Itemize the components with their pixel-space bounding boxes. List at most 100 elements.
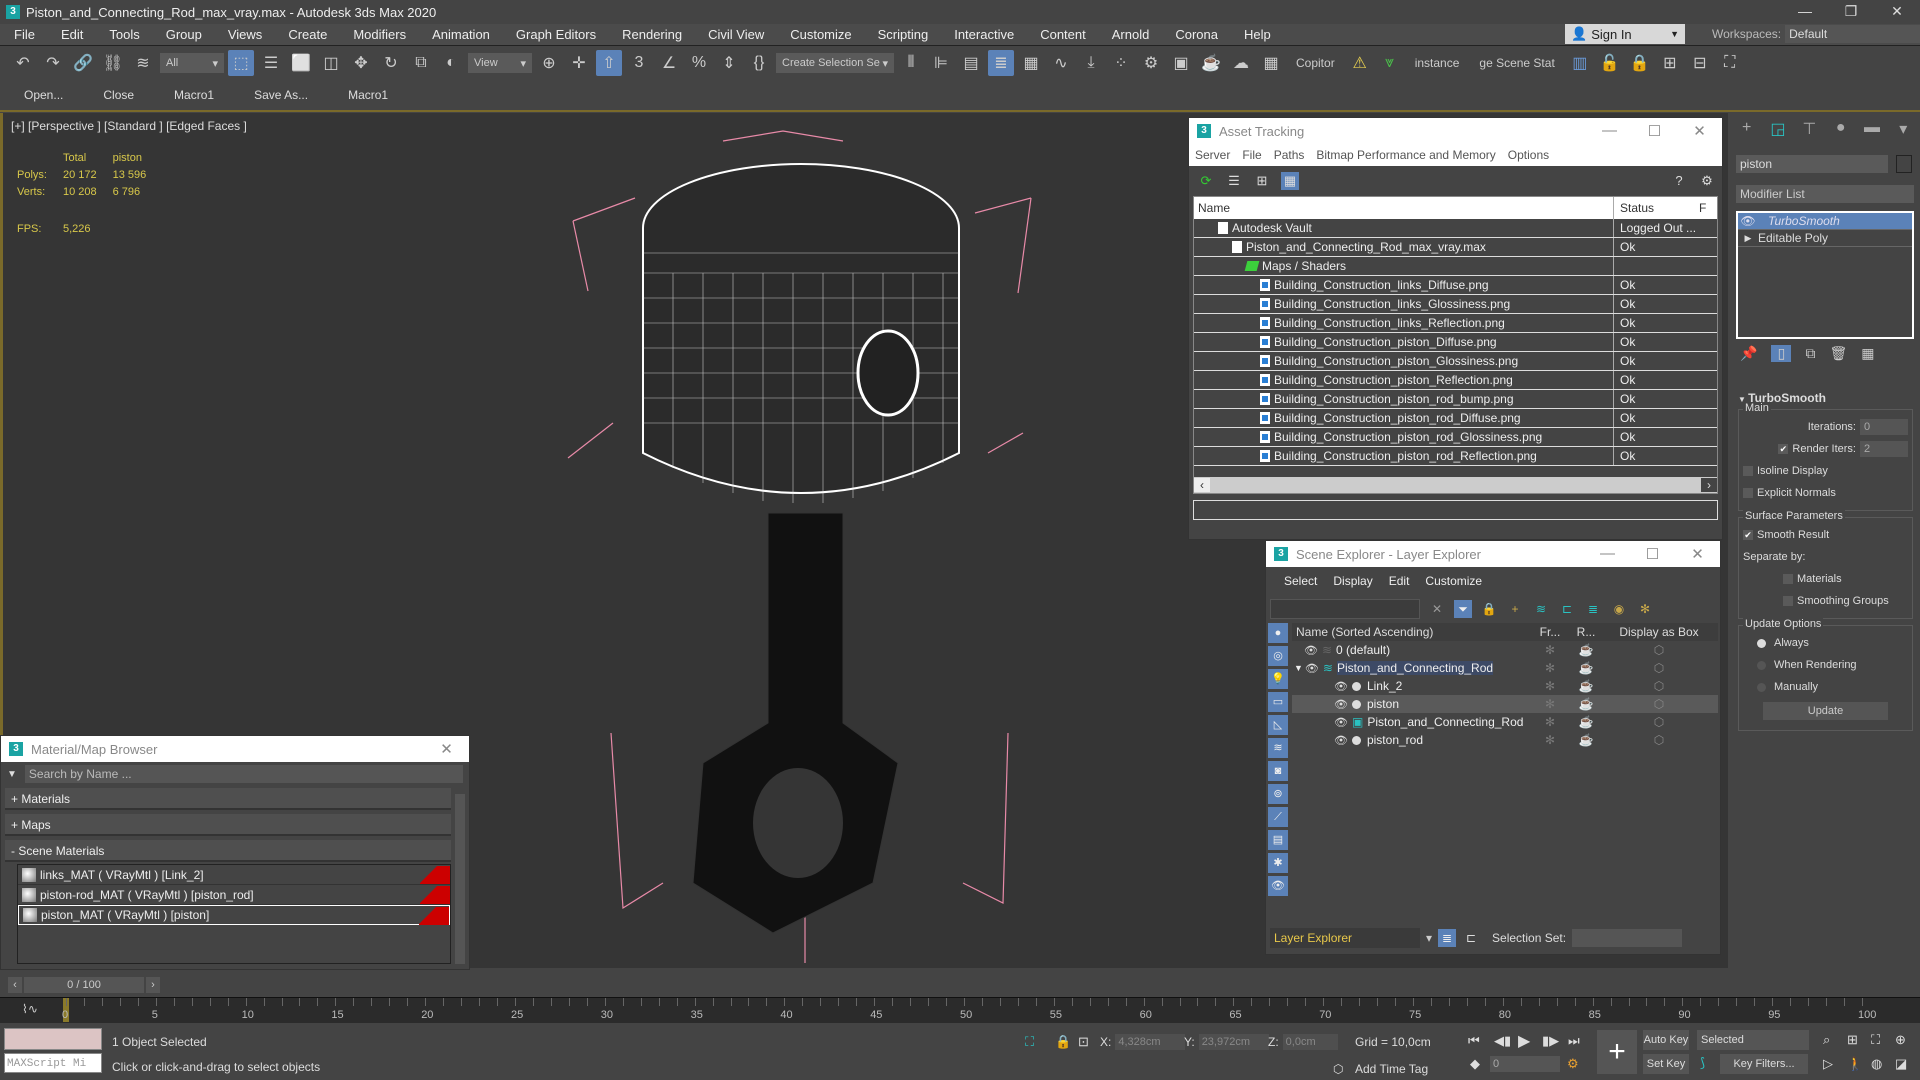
list-view-icon[interactable]: ☰ [1225, 172, 1243, 190]
set-key-button[interactable]: Set Key [1643, 1054, 1689, 1074]
maximize-viewport-icon[interactable]: ⛶ [1717, 50, 1743, 76]
close-icon[interactable]: ✕ [1677, 122, 1722, 140]
angle-snap-icon[interactable]: ∠ [656, 50, 682, 76]
scene-explorer-titlebar[interactable]: 3 Scene Explorer - Layer Explorer — ☐ ✕ [1266, 541, 1720, 567]
menu-customize[interactable]: Customize [1417, 574, 1490, 588]
scene-row[interactable]: ▼ 👁 ≋ Piston_and_Connecting_Rod ✻ ☕ ⬡ [1292, 659, 1718, 677]
material-editor-icon[interactable]: ⁘ [1108, 50, 1134, 76]
column-frozen[interactable]: Fr... [1532, 625, 1568, 639]
when-rendering-radio[interactable] [1757, 660, 1766, 670]
horizontal-scrollbar[interactable]: ‹ › [1194, 477, 1717, 493]
asset-row[interactable]: Building_Construction_piston_Diffuse.png… [1194, 333, 1717, 352]
layer-mode-icon[interactable]: ≣ [1438, 929, 1457, 947]
viewport-layout-icon[interactable]: ▥ [1567, 50, 1593, 76]
freeze-icon[interactable]: ✻ [1532, 697, 1568, 711]
scene-search-input[interactable] [1270, 599, 1420, 619]
material-item[interactable]: piston-rod_MAT ( VRayMtl ) [piston_rod] [18, 885, 450, 905]
hide-layers-icon[interactable]: ◉ [1610, 600, 1628, 618]
menu-modifiers[interactable]: Modifiers [339, 27, 418, 42]
layers-icon[interactable]: ≣ [1584, 600, 1602, 618]
zoom-icon[interactable]: ⌕ [1823, 1032, 1830, 1048]
go-to-start-icon[interactable]: ⏮ [1468, 1033, 1480, 1049]
freeze-icon[interactable]: ✻ [1532, 661, 1568, 675]
expand-triangle-icon[interactable]: ▶ [1738, 233, 1758, 244]
freeze-icon[interactable]: ✻ [1532, 715, 1568, 729]
maximize-icon[interactable]: ☐ [1632, 122, 1677, 140]
scene-row[interactable]: 👁 ≋ 0 (default) ✻ ☕ ⬡ [1292, 641, 1718, 659]
smooth-result-checkbox[interactable]: ✔ [1743, 530, 1753, 540]
scroll-left-icon[interactable]: ‹ [1194, 478, 1210, 492]
menu-edit[interactable]: Edit [47, 27, 95, 42]
display-as-box-icon[interactable]: ⬡ [1604, 643, 1714, 657]
schematic-view-icon[interactable]: ⤓ [1078, 50, 1104, 76]
asset-row[interactable]: Building_Construction_links_Diffuse.png O… [1194, 276, 1717, 295]
modifier-list-dropdown[interactable]: Modifier List [1736, 185, 1914, 203]
create-layer-icon[interactable]: + [1506, 600, 1524, 618]
options-triangle-icon[interactable]: ▼ [7, 769, 17, 780]
menu-edit[interactable]: Edit [1381, 574, 1418, 588]
menu-create[interactable]: Create [274, 27, 339, 42]
hierarchy-tab-icon[interactable]: ⊤ [1797, 119, 1822, 141]
renderable-teapot-icon[interactable]: ☕ [1568, 733, 1604, 747]
keyboard-shortcut-override-icon[interactable]: ⇧ [596, 50, 622, 76]
tree-view-icon[interactable]: ⊞ [1253, 172, 1271, 190]
display-as-box-icon[interactable]: ⬡ [1604, 697, 1714, 711]
double-chevron-icon[interactable]: ⩔ [1377, 50, 1403, 76]
object-name-field[interactable]: piston [1736, 155, 1888, 173]
save-as-button[interactable]: Save As... [254, 88, 308, 102]
minimize-icon[interactable]: — [1782, 0, 1828, 24]
settings-icon[interactable]: ⚙ [1698, 172, 1716, 190]
display-as-box-icon[interactable]: ⬡ [1604, 661, 1714, 675]
field-of-view-icon[interactable]: ▷ [1823, 1056, 1833, 1072]
scene-row[interactable]: 👁 piston_rod ✻ ☕ ⬡ [1292, 731, 1718, 749]
z-value-field[interactable]: 0,0cm [1282, 1034, 1338, 1050]
remove-modifier-icon[interactable]: 🗑 [1829, 345, 1847, 362]
workspace-select[interactable]: Default [1785, 25, 1920, 43]
close-button[interactable]: Close [103, 88, 134, 102]
zoom-all-icon[interactable]: ⊞ [1847, 1032, 1858, 1048]
menu-arnold[interactable]: Arnold [1098, 27, 1162, 42]
align-icon[interactable]: ⊫ [928, 50, 954, 76]
menu-animation[interactable]: Animation [418, 27, 502, 42]
motion-tab-icon[interactable]: ● [1828, 119, 1853, 141]
close-icon[interactable]: ✕ [424, 740, 469, 758]
rotate-icon[interactable]: ↻ [378, 50, 404, 76]
asset-row[interactable]: Maps / Shaders [1194, 257, 1717, 276]
menu-corona[interactable]: Corona [1161, 27, 1230, 42]
restore-icon[interactable]: ❐ [1828, 0, 1874, 24]
explicit-normals-checkbox[interactable] [1743, 488, 1753, 498]
visibility-eye-icon[interactable]: 👁 [1334, 734, 1348, 747]
zoom-extents-icon[interactable]: ⛶ [1871, 1032, 1880, 1048]
menu-content[interactable]: Content [1026, 27, 1098, 42]
ribbon-icon[interactable]: ▦ [1018, 50, 1044, 76]
batch-render-icon[interactable]: ▦ [1258, 50, 1284, 76]
time-slider-thumb[interactable]: 0 / 100 [24, 977, 144, 993]
menu-options[interactable]: Options [1502, 148, 1555, 162]
utilities-tab-icon[interactable]: ▾ [1891, 119, 1916, 141]
remove-viewport-icon[interactable]: ⊟ [1687, 50, 1713, 76]
asset-path-field[interactable] [1193, 500, 1718, 520]
material-item[interactable]: piston_MAT ( VRayMtl ) [piston] [18, 905, 450, 925]
x-value-field[interactable]: 4,328cm [1115, 1034, 1186, 1050]
asset-row[interactable]: Building_Construction_piston_rod_bump.pn… [1194, 390, 1717, 409]
renderable-teapot-icon[interactable]: ☕ [1568, 679, 1604, 693]
render-setup-icon[interactable]: ⚙ [1138, 50, 1164, 76]
expand-icon[interactable]: ▼ [1294, 663, 1303, 673]
filter-icon[interactable]: ⏷ [1454, 600, 1472, 618]
link-icon[interactable]: 🔗 [70, 50, 96, 76]
previous-frame-icon[interactable]: ◀▮ [1494, 1033, 1511, 1049]
selection-lock-icon[interactable]: 🔒 [1055, 1034, 1071, 1050]
stack-item-turbosmooth[interactable]: 👁 TurboSmooth [1738, 213, 1912, 230]
hierarchy-mode-icon[interactable]: ⊏ [1462, 929, 1480, 947]
menu-graph-editors[interactable]: Graph Editors [502, 27, 608, 42]
display-as-box-icon[interactable]: ⬡ [1604, 679, 1714, 693]
go-to-end-icon[interactable]: ⏭ [1568, 1033, 1580, 1049]
default-tangents-icon[interactable]: ⟆ [1700, 1055, 1705, 1071]
display-tab-icon[interactable]: ▬ [1859, 119, 1884, 141]
asset-row[interactable]: Piston_and_Connecting_Rod_max_vray.max Ok [1194, 238, 1717, 257]
ref-coord-dropdown[interactable]: View ▾ [468, 53, 532, 73]
sign-in-button[interactable]: 👤 Sign In ▼ [1565, 24, 1685, 44]
warning-icon[interactable]: ⚠ [1347, 50, 1373, 76]
curve-editor-mini-icon[interactable]: ⌇∿ [22, 1002, 38, 1016]
unlink-icon[interactable]: ⛓ [100, 50, 126, 76]
